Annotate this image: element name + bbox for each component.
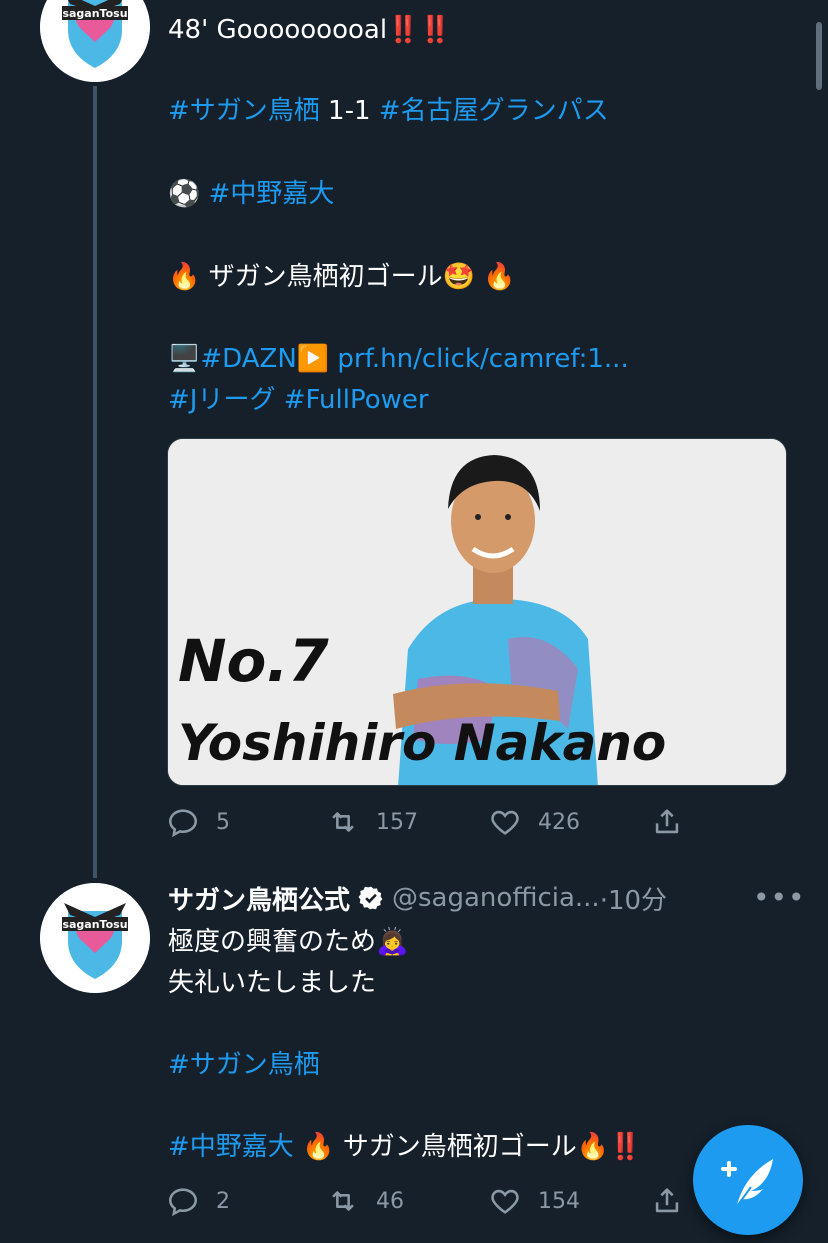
hashtag-dazn[interactable]: #DAZN [200,344,296,374]
avatar-sagan-tosu[interactable]: saganTosu [40,883,150,993]
media-number-text: No.7 [178,627,329,695]
more-icon[interactable]: ••• [753,884,806,912]
timestamp[interactable]: ·10分 [600,880,667,917]
tweet2-line2: 失礼いたしました [168,968,377,998]
fire-emoji: 🔥 [302,1132,335,1162]
like-count: 154 [538,1188,580,1214]
avatar-sagan-tosu[interactable]: saganTosu [40,0,150,82]
tweet-media-image[interactable]: No.7 Yoshihiro Nakano [167,438,787,786]
share-icon [655,1188,679,1213]
tweet2-line1: 極度の興奮のため🙇‍♀️ [168,927,409,957]
monitor-emoji: 🖥️ [168,344,201,374]
reply-button[interactable]: 5 [166,800,230,844]
retweet-button[interactable]: 157 [326,800,418,844]
tweet-header: サガン鳥栖公式 @saganofficia... ·10分 [168,876,667,920]
like-count: 426 [538,809,580,835]
hashtag-sagan-tosu[interactable]: #サガン鳥栖 [168,96,320,126]
reply-count: 2 [216,1188,230,1214]
fire-emoji: 🔥 [576,1132,610,1162]
compose-icon [721,1159,773,1210]
tweet2-line-goal: #中野嘉大 🔥 サガン鳥栖初ゴール🔥‼️ [168,1132,642,1162]
hashtag-nakano[interactable]: #中野嘉大 [209,179,335,209]
thread-line [93,86,97,878]
star-struck-emoji: 🤩 [442,262,476,292]
fire-emoji: 🔥 [483,262,516,292]
svg-text:saganTosu: saganTosu [62,918,127,931]
soccer-ball-emoji: ⚽ [168,179,201,209]
svg-text:saganTosu: saganTosu [62,7,127,20]
tweet2-actions: 2 46 154 [166,1179,726,1223]
reply-count: 5 [216,809,230,835]
hashtag-nakano[interactable]: #中野嘉大 [168,1132,294,1162]
bowing-woman-emoji: 🙇‍♀️ [376,927,409,957]
double-exclamation-emoji: ‼️ [609,1132,642,1162]
compose-tweet-button[interactable] [693,1125,803,1235]
display-name[interactable]: サガン鳥栖公式 [168,880,350,917]
tweet-actions: 5 157 426 [166,800,726,844]
handle[interactable]: @saganofficia... [392,883,600,913]
share-icon [655,809,679,834]
tweet-line-score: #サガン鳥栖 1-1 #名古屋グランパス [168,96,609,126]
tweet-line-player: ⚽ #中野嘉大 [168,174,334,214]
tweet-line-dazn: 🖥️#DAZN▶️ prf.hn/click/camref:1... [168,339,629,379]
hashtag-sagan-tosu[interactable]: #サガン鳥栖 [168,1050,320,1080]
tweet-link-url[interactable]: prf.hn/click/camref:1... [329,344,628,374]
retweet-count: 46 [376,1188,404,1214]
tweet-line-first-goal: 🔥 ザガン鳥栖初ゴール🤩 🔥 [168,262,516,292]
verified-icon [358,886,383,910]
like-icon [491,1189,519,1214]
tweet-line-goal: 48' Gooooooooal‼️‼️ [168,15,452,45]
retweet-icon [332,812,354,832]
reply-button[interactable]: 2 [166,1179,230,1223]
hashtag-fullpower[interactable]: #FullPower [275,385,429,415]
tweet2-line-tag: #サガン鳥栖 [168,1045,320,1085]
media-player-name-text: Yoshihiro Nakano [178,714,667,772]
play-emoji: ▶️ [296,344,330,374]
double-exclamation-emoji: ‼️‼️ [387,15,452,45]
hashtag-jleague[interactable]: #Jリーグ [168,385,275,415]
retweet-count: 157 [376,809,418,835]
like-icon [491,810,519,835]
reply-icon [168,809,198,838]
scrollbar[interactable] [816,22,822,90]
share-button[interactable] [650,800,700,844]
hashtag-nagoya-grampus[interactable]: #名古屋グランパス [379,96,609,126]
reply-icon [168,1188,198,1217]
like-button[interactable]: 154 [488,1179,580,1223]
retweet-icon [332,1191,354,1211]
fire-emoji: 🔥 [168,262,201,292]
tweet-line-tags: #Jリーグ #FullPower [168,380,429,420]
like-button[interactable]: 426 [488,800,580,844]
retweet-button[interactable]: 46 [326,1179,404,1223]
